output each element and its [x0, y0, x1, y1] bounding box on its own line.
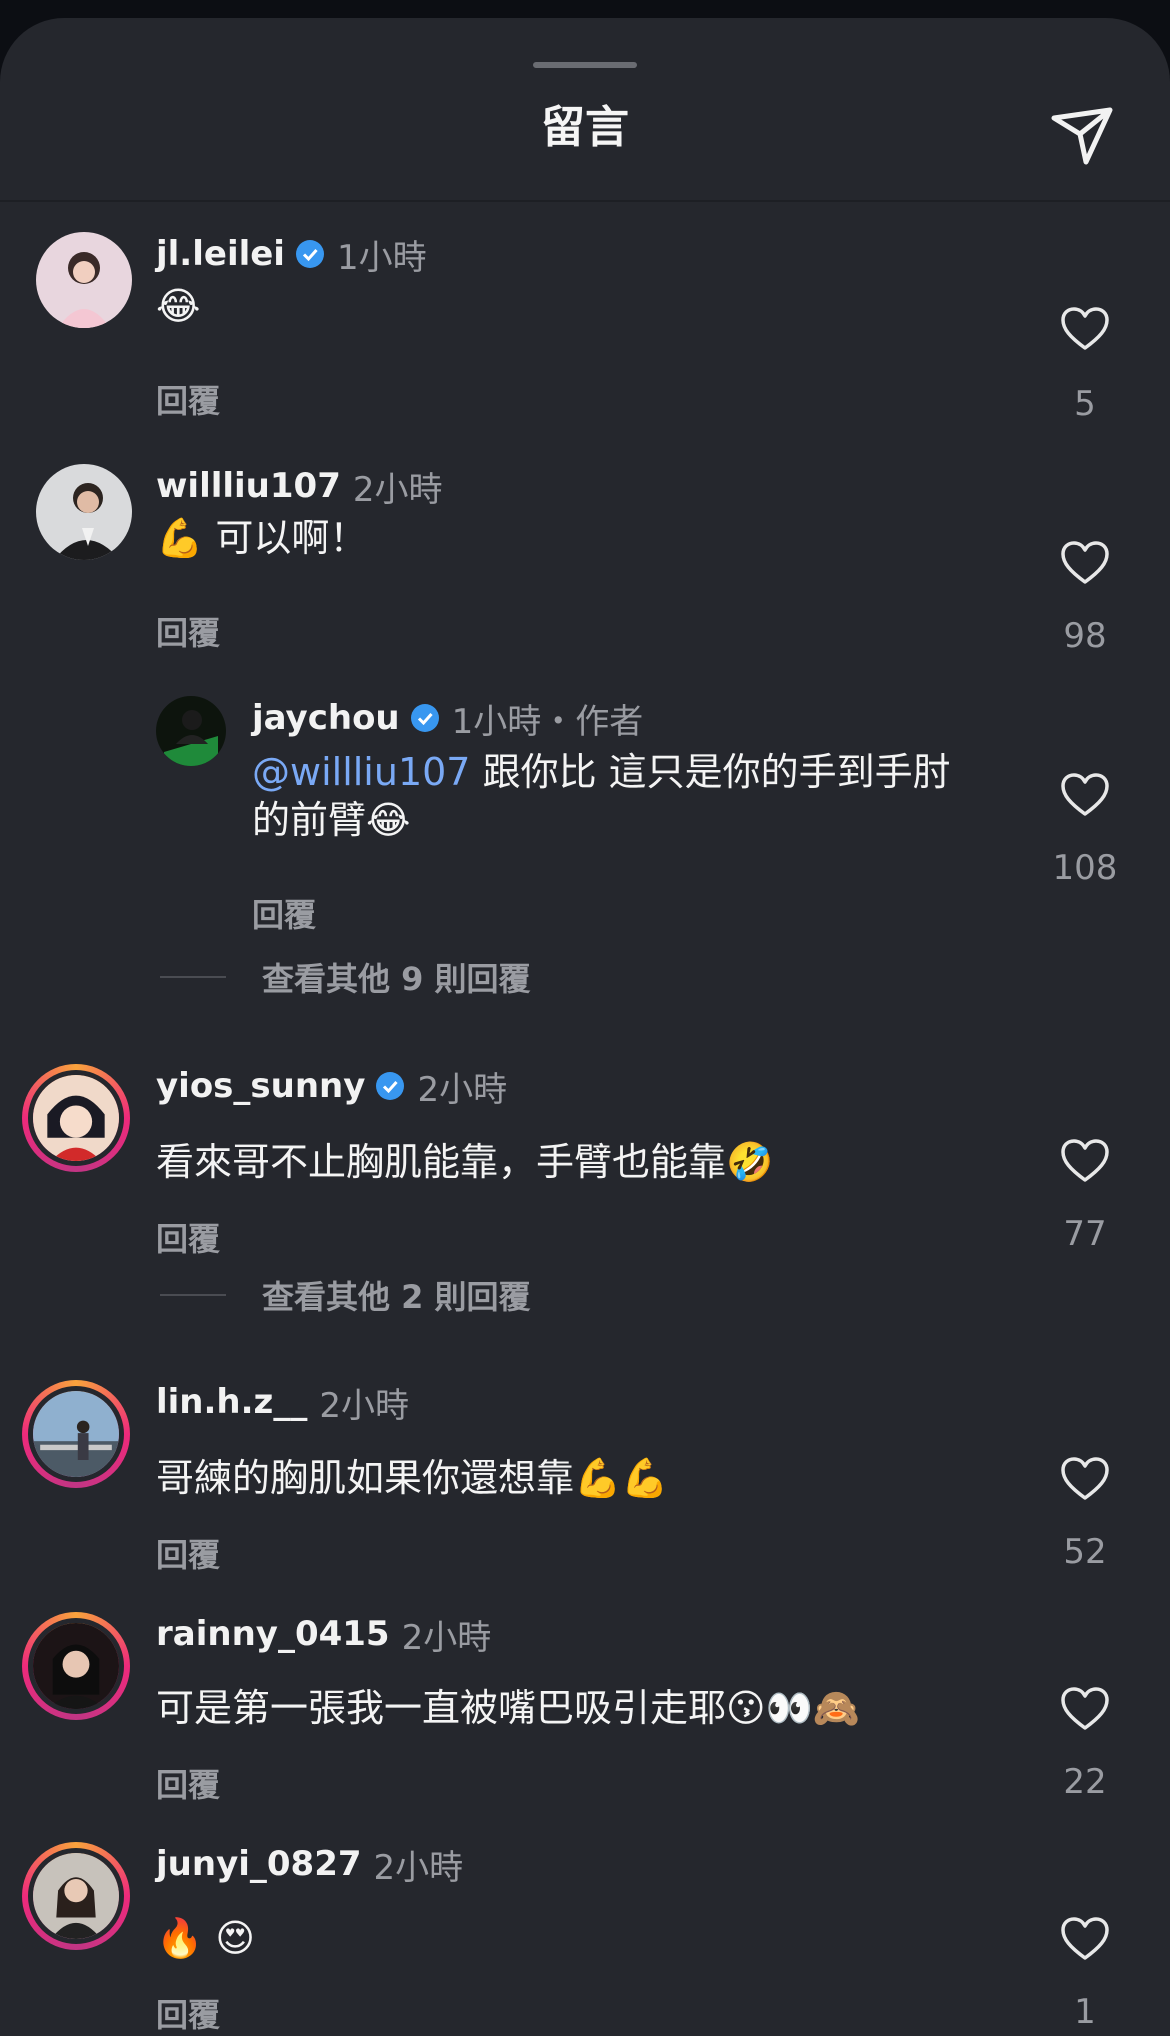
avatar-story-ring[interactable] [22, 1380, 130, 1488]
like-count: 22 [1063, 1762, 1107, 1802]
thread-line [160, 1294, 226, 1296]
comment-text: 😂 [156, 284, 201, 328]
reply-button[interactable]: 回覆 [156, 1990, 220, 2036]
comment-text: 看來哥不止胸肌能靠，手臂也能靠🤣 [156, 1140, 774, 1184]
view-more-label: 查看其他 9 則回覆 [262, 960, 531, 998]
sheet-title: 留言 [541, 102, 629, 153]
timestamp: 1小時・作者 [451, 701, 644, 742]
like-count: 1 [1074, 1992, 1096, 2032]
view-more-replies[interactable]: 查看其他 9 則回覆 [160, 954, 531, 1000]
view-more-replies[interactable]: 查看其他 2 則回覆 [160, 1272, 531, 1318]
comment-meta: lin.h.z__ 2小時 [156, 1380, 409, 1426]
timestamp: 2小時 [401, 1617, 492, 1658]
reply-button[interactable]: 回覆 [156, 1530, 220, 1576]
timestamp: 2小時 [417, 1069, 508, 1110]
username[interactable]: yios_sunny [156, 1066, 365, 1106]
comment-text: @willliu107 跟你比 這只是你的手到手肘 的前臂😂 [252, 748, 1032, 844]
view-more-label: 查看其他 2 則回覆 [262, 1278, 531, 1316]
like-count: 77 [1063, 1214, 1107, 1254]
heart-outline-icon[interactable] [1060, 772, 1110, 818]
like-count: 52 [1063, 1532, 1107, 1572]
header-divider [0, 200, 1170, 202]
comment-meta: jl.leilei 1小時 [156, 232, 427, 278]
timestamp: 2小時 [373, 1847, 464, 1888]
heart-outline-icon[interactable] [1060, 1686, 1110, 1732]
heart-outline-icon[interactable] [1060, 540, 1110, 586]
avatar[interactable] [36, 232, 132, 328]
heart-outline-icon[interactable] [1060, 1456, 1110, 1502]
comment-meta: willliu107 2小時 [156, 464, 443, 510]
drag-handle[interactable] [533, 62, 637, 68]
like-count: 98 [1063, 616, 1107, 656]
timestamp: 2小時 [352, 469, 443, 510]
comment-text-line2: 的前臂😂 [252, 798, 411, 842]
comment-text: 🔥 😍 [156, 1916, 256, 1960]
comment-text: 哥練的胸肌如果你還想靠💪💪 [156, 1456, 669, 1500]
reply-button[interactable]: 回覆 [156, 1214, 220, 1260]
reply-button[interactable]: 回覆 [156, 376, 220, 422]
verified-badge-icon [295, 240, 324, 268]
verified-badge-icon [410, 704, 439, 732]
heart-outline-icon[interactable] [1060, 1138, 1110, 1184]
like-count: 5 [1074, 384, 1096, 424]
comment-meta: rainny_0415 2小時 [156, 1612, 492, 1658]
avatar-story-ring[interactable] [22, 1842, 130, 1950]
avatar-story-ring[interactable] [22, 1064, 130, 1172]
avatar-story-ring[interactable] [22, 1612, 130, 1720]
comment-text: 可是第一張我一直被嘴巴吸引走耶😗👀🙈 [156, 1686, 861, 1730]
avatar[interactable] [36, 464, 132, 560]
reply-button[interactable]: 回覆 [156, 1760, 220, 1806]
username[interactable]: lin.h.z__ [156, 1382, 307, 1422]
username[interactable]: willliu107 [156, 466, 341, 506]
avatar[interactable] [156, 696, 226, 766]
heart-outline-icon[interactable] [1060, 306, 1110, 352]
thread-line [160, 976, 226, 978]
reply-button[interactable]: 回覆 [156, 608, 220, 654]
comment-meta: yios_sunny 2小時 [156, 1064, 508, 1110]
reply-button[interactable]: 回覆 [252, 890, 316, 936]
comment-text-line1: 跟你比 這只是你的手到手肘 [470, 750, 951, 794]
comment-meta: junyi_0827 2小時 [156, 1842, 464, 1888]
timestamp: 2小時 [319, 1385, 409, 1426]
username[interactable]: jl.leilei [156, 234, 285, 274]
send-icon[interactable] [1046, 100, 1118, 172]
username[interactable]: rainny_0415 [156, 1614, 390, 1654]
like-count: 108 [1052, 848, 1118, 888]
timestamp: 1小時 [336, 237, 427, 278]
username[interactable]: junyi_0827 [156, 1844, 362, 1884]
comment-text: 💪 可以啊！ [156, 516, 368, 560]
username[interactable]: jaychou [252, 698, 400, 738]
comments-sheet: 留言 jl.leilei 1小時 😂 回覆 5 willliu107 2小時 💪… [0, 18, 1170, 2036]
heart-outline-icon[interactable] [1060, 1916, 1110, 1962]
mention-link[interactable]: @willliu107 [252, 750, 470, 794]
verified-badge-icon [376, 1072, 405, 1100]
comment-meta: jaychou 1小時・作者 [252, 696, 644, 742]
